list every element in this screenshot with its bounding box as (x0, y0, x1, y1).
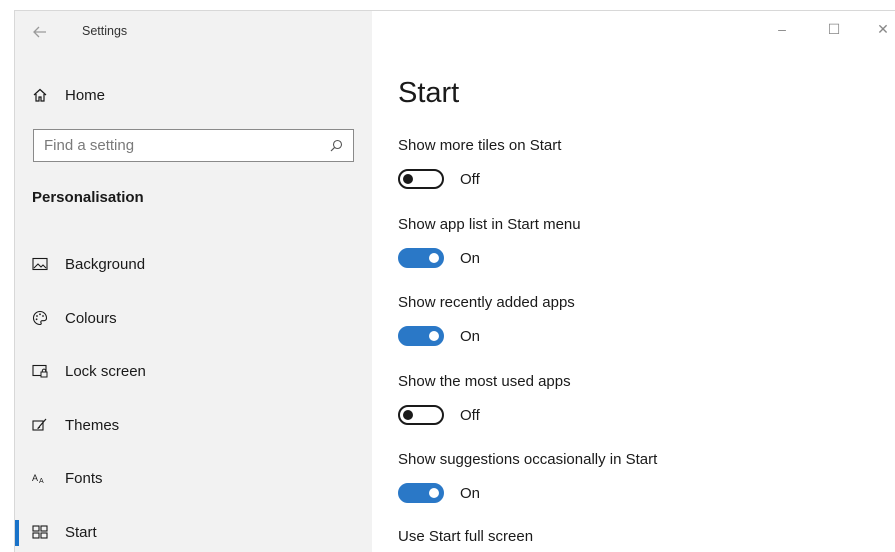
picture-icon (31, 255, 49, 273)
lock-screen-icon (31, 362, 49, 380)
sidebar-item-label: Start (65, 523, 97, 541)
suggestions-toggle[interactable] (398, 483, 444, 503)
more-tiles-toggle[interactable] (398, 169, 444, 189)
start-icon (31, 523, 49, 541)
setting-suggestions: Show suggestions occasionally in Start O… (398, 450, 657, 504)
sidebar: Settings Home Personalisation Background (15, 11, 372, 552)
sidebar-item-start[interactable]: Start (15, 512, 372, 552)
most-used-toggle[interactable] (398, 405, 444, 425)
sidebar-item-label: Colours (65, 309, 117, 327)
sidebar-item-themes[interactable]: Themes (15, 405, 372, 445)
brush-icon (31, 416, 49, 434)
setting-most-used: Show the most used apps Off (398, 372, 571, 426)
home-label: Home (65, 86, 106, 104)
toggle-state: On (460, 327, 481, 345)
page-title: Start (398, 77, 460, 109)
back-button[interactable] (31, 23, 49, 41)
setting-label: Show app list in Start menu (398, 216, 581, 233)
home-link[interactable]: Home (31, 83, 105, 107)
sidebar-item-label: Themes (65, 416, 120, 434)
setting-label: Show recently added apps (398, 294, 575, 311)
svg-text:A: A (32, 473, 38, 483)
setting-app-list: Show app list in Start menu On (398, 215, 581, 269)
setting-label: Show the most used apps (398, 373, 571, 390)
toggle-state: Off (460, 170, 480, 188)
sidebar-item-label: Fonts (65, 469, 103, 487)
toggle-state: Off (460, 406, 480, 424)
toggle-state: On (460, 484, 481, 502)
font-icon: AA (31, 469, 49, 487)
toggle-knob (429, 488, 439, 498)
home-icon (31, 86, 49, 104)
toggle-knob (429, 253, 439, 263)
sidebar-item-colours[interactable]: Colours (15, 298, 372, 338)
app-list-toggle[interactable] (398, 248, 444, 268)
minimize-button[interactable]: – (774, 21, 790, 37)
palette-icon (31, 309, 49, 327)
sidebar-item-fonts[interactable]: AA Fonts (15, 458, 372, 498)
search-box[interactable] (33, 129, 354, 162)
setting-label: Use Start full screen (398, 528, 534, 545)
close-button[interactable]: ✕ (875, 21, 891, 37)
app-title: Settings (82, 24, 128, 38)
main-content: – ☐ ✕ Start Show more tiles on Start Off… (372, 11, 895, 552)
sidebar-item-label: Background (65, 255, 146, 273)
setting-more-tiles: Show more tiles on Start Off (398, 136, 561, 190)
setting-label: Show suggestions occasionally in Start (398, 451, 658, 468)
sidebar-item-lock-screen[interactable]: Lock screen (15, 351, 372, 391)
setting-recently-added: Show recently added apps On (398, 293, 575, 347)
svg-text:A: A (39, 478, 44, 485)
sidebar-item-background[interactable]: Background (15, 244, 372, 284)
setting-full-screen: Use Start full screen (398, 527, 533, 547)
toggle-state: On (460, 249, 481, 267)
search-input[interactable] (44, 137, 329, 154)
setting-label: Show more tiles on Start (398, 137, 562, 154)
section-title: Personalisation (32, 189, 144, 206)
search-icon[interactable] (329, 139, 343, 153)
maximize-button[interactable]: ☐ (826, 21, 842, 37)
back-arrow-icon (33, 26, 46, 38)
recently-added-toggle[interactable] (398, 326, 444, 346)
sidebar-item-label: Lock screen (65, 362, 146, 380)
toggle-knob (429, 331, 439, 341)
settings-window: Settings Home Personalisation Background (14, 10, 895, 552)
toggle-knob (403, 174, 413, 184)
toggle-knob (403, 410, 413, 420)
